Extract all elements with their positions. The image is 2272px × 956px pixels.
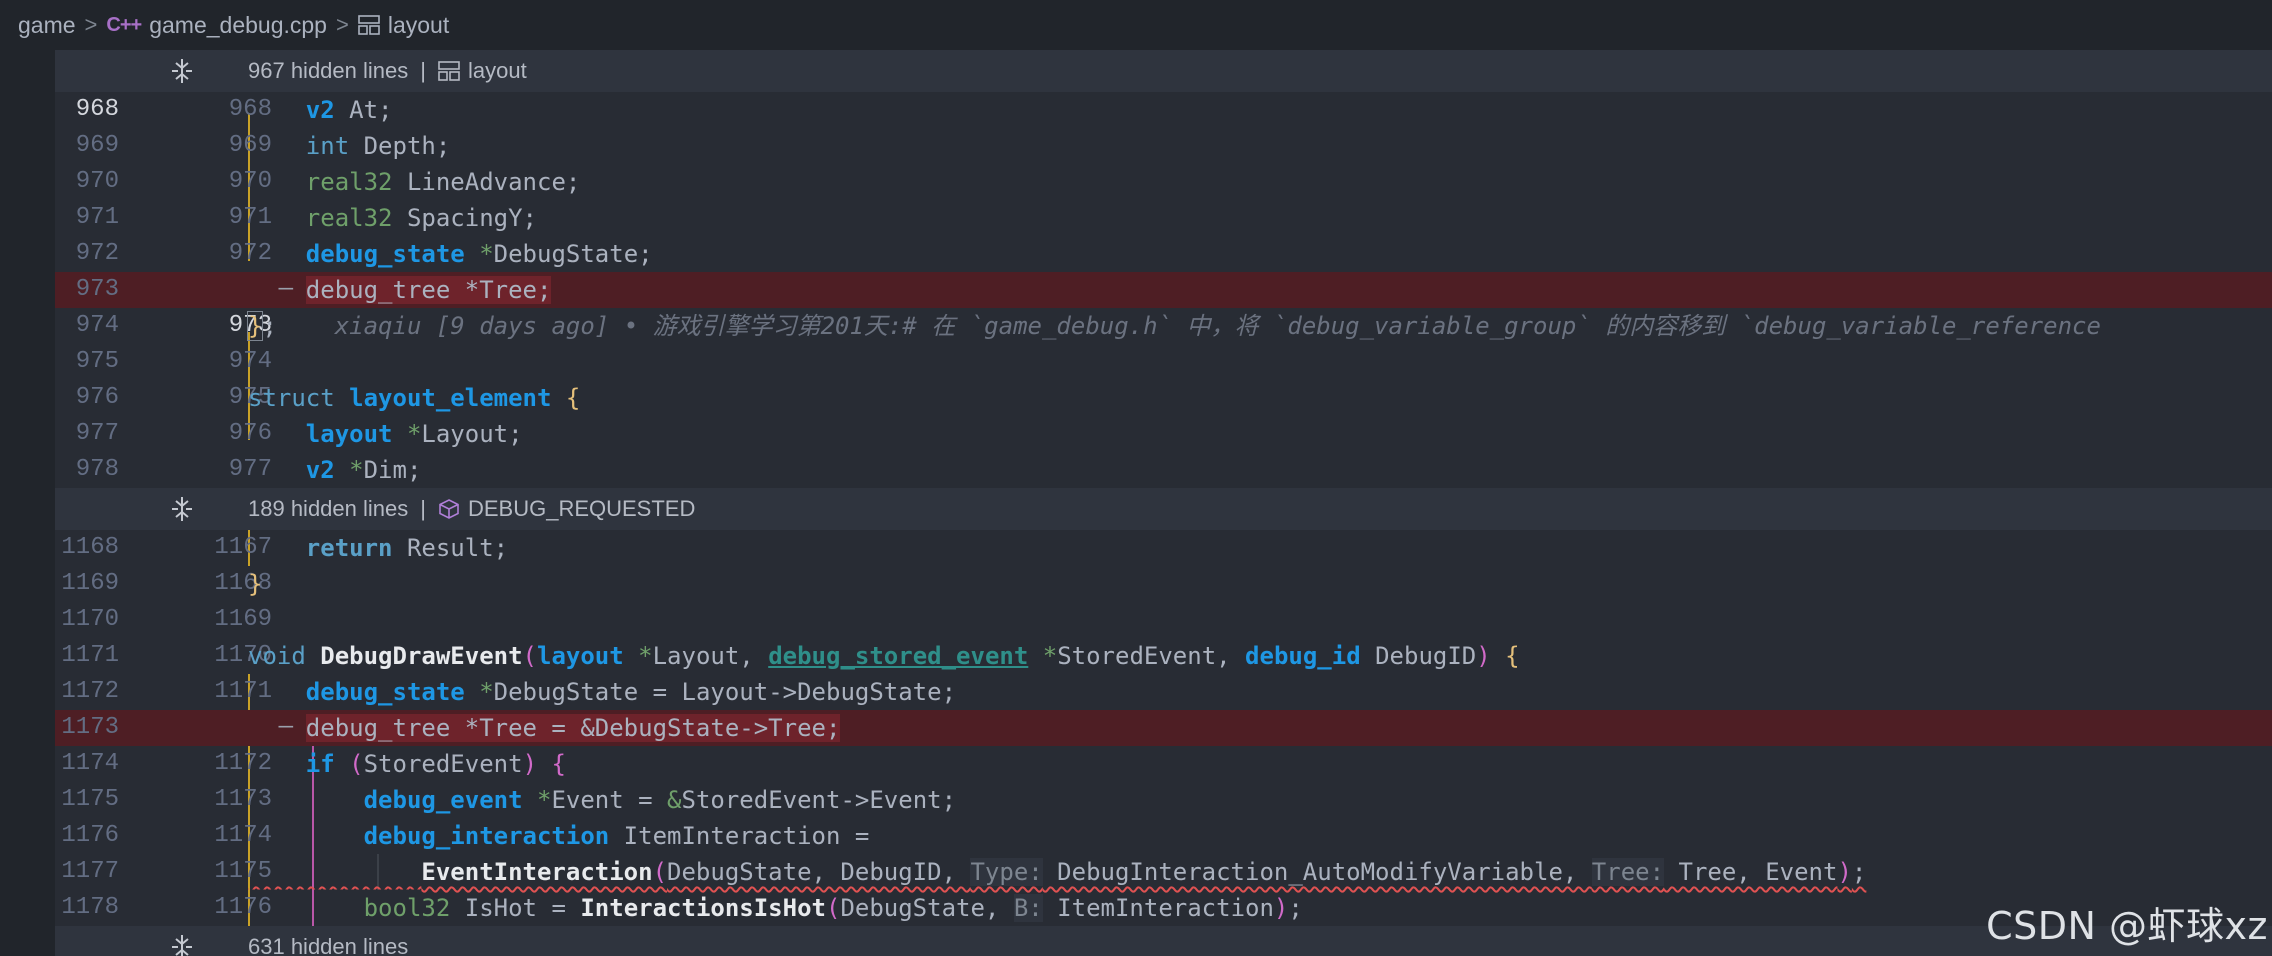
code-line[interactable]: 968 968 v2 At; [55,92,2272,128]
line-number-original: 974 [75,312,119,339]
code-line[interactable]: 978 977 v2 *Dim; [55,452,2272,488]
line-number-original: 1177 [61,858,119,885]
unfold-icon[interactable] [169,496,195,522]
code-line[interactable]: 1175 1173 debug_event *Event = &StoredEv… [55,782,2272,818]
line-number-original: 969 [75,132,119,159]
watermark: CSDN @虾球xz [1986,904,2268,948]
breadcrumb-file[interactable]: game_debug.cpp [149,12,327,39]
breadcrumb-symbol[interactable]: layout [388,12,449,39]
line-number-original: 978 [75,456,119,483]
code-line[interactable]: 1170 1169 [55,602,2272,638]
hidden-lines-symbol[interactable]: DEBUG_REQUESTED [468,488,695,530]
unfold-icon[interactable] [169,58,195,84]
line-number-original: 976 [75,384,119,411]
code-line[interactable]: 1176 1174 debug_interaction ItemInteract… [55,818,2272,854]
hidden-lines-count: 967 hidden lines [248,58,409,83]
code-text: v2 *Dim; [305,456,422,484]
line-number-original: 973 [75,276,119,303]
code-line[interactable]: 972 972 debug_state *DebugState; [55,236,2272,272]
code-text: layout *Layout; [305,420,523,448]
line-number-modified: 974 [228,348,272,375]
code-line[interactable]: 969 969 int Depth; [55,128,2272,164]
hidden-lines-bar[interactable]: 967 hidden lines | layout [55,50,2272,92]
code-text: debug_state *DebugState; [305,240,653,268]
code-line[interactable]: 975 974 [55,344,2272,380]
layout-icon [438,61,460,81]
hidden-lines-bar[interactable]: 189 hidden lines | DEBUG_REQUESTED [55,488,2272,530]
code-text: if (StoredEvent) { [305,750,566,778]
code-text: }; xiaqiu [9 days ago] • 游戏引擎学习第201天:# 在… [246,311,2101,341]
layout-struct-icon [358,15,380,35]
breadcrumb: game > C++ game_debug.cpp > layout [0,0,2272,50]
code-line[interactable]: 1172 1171 debug_state *DebugState = Layo… [55,674,2272,710]
line-number-original: 1176 [61,822,119,849]
line-number-original: 1170 [61,606,119,633]
code-text: debug_event *Event = &StoredEvent->Event… [363,786,957,814]
line-number-original: 1171 [61,642,119,669]
code-text: v2 At; [305,96,393,124]
chevron-right-icon: > [84,12,98,37]
code-text: int Depth; [305,132,451,160]
code-line[interactable]: 1177 1175 EventInteraction(DebugState, D… [55,854,2272,890]
code-line[interactable]: 970 970 real32 LineAdvance; [55,164,2272,200]
chevron-right-icon: > [335,12,349,37]
line-number-original: 1175 [61,786,119,813]
code-text: void DebugDrawEvent(layout *Layout, debu… [248,642,1520,670]
deleted-code-line[interactable]: 1173 — debug_tree *Tree = &DebugState->T… [55,710,2272,746]
code-line[interactable]: 1169 1168 } [55,566,2272,602]
code-text: real32 LineAdvance; [305,168,581,196]
line-number-original: 1172 [61,678,119,705]
line-number-original: 972 [75,240,119,267]
code-line[interactable]: 977 976 layout *Layout; [55,416,2272,452]
hidden-lines-bar[interactable]: 631 hidden lines [55,926,2272,956]
code-line[interactable]: 1171 1170 void DebugDrawEvent(layout *La… [55,638,2272,674]
line-number-original: 1178 [61,894,119,921]
code-text: } [248,570,263,598]
line-number-original: 971 [75,204,119,231]
code-line[interactable]: 1174 1172 if (StoredEvent) { [55,746,2272,782]
line-number-original: 1173 [61,714,119,741]
code-line[interactable]: 976 975 struct layout_element { [55,380,2272,416]
line-number-original: 1169 [61,570,119,597]
deleted-code-line[interactable]: 973 — debug_tree *Tree; [55,272,2272,308]
code-text: debug_interaction ItemInteraction = [363,822,870,850]
line-number-original: 975 [75,348,119,375]
code-text: debug_tree *Tree; [305,276,552,304]
breadcrumb-root[interactable]: game [18,12,76,39]
cpp-file-icon: C++ [106,13,142,36]
code-text: struct layout_element { [248,384,581,412]
line-number-original: 968 [75,96,119,123]
line-number-original: 1174 [61,750,119,777]
code-line[interactable]: 974 973 }; xiaqiu [9 days ago] • 游戏引擎学习第… [55,308,2272,344]
code-text: EventInteraction(DebugState, DebugID, Ty… [421,858,1867,886]
line-number-original: 977 [75,420,119,447]
code-line[interactable]: 1178 1176 bool32 IsHot = InteractionsIsH… [55,890,2272,926]
code-line[interactable]: 971 971 real32 SpacingY; [55,200,2272,236]
code-line[interactable]: 1168 1167 return Result; [55,530,2272,566]
code-text: debug_state *DebugState = Layout->DebugS… [305,678,957,706]
hidden-lines-symbol[interactable]: layout [468,50,527,92]
line-number-modified: 1169 [214,606,272,633]
line-number-original: 970 [75,168,119,195]
diff-editor[interactable]: 967 hidden lines | layout 968 968 v2 At;… [55,50,2272,956]
git-blame-annotation[interactable]: xiaqiu [9 days ago] • 游戏引擎学习第201天:# 在 `g… [335,312,2101,340]
line-number-original: 1168 [61,534,119,561]
code-text: return Result; [305,534,509,562]
unfold-icon[interactable] [169,934,195,956]
hidden-lines-count: 189 hidden lines [248,496,409,521]
cube-icon [439,499,459,519]
hidden-lines-count: 631 hidden lines [248,934,409,956]
code-text: debug_tree *Tree = &DebugState->Tree; [305,714,841,742]
code-text: real32 SpacingY; [305,204,537,232]
code-text: bool32 IsHot = InteractionsIsHot(DebugSt… [363,894,1303,922]
